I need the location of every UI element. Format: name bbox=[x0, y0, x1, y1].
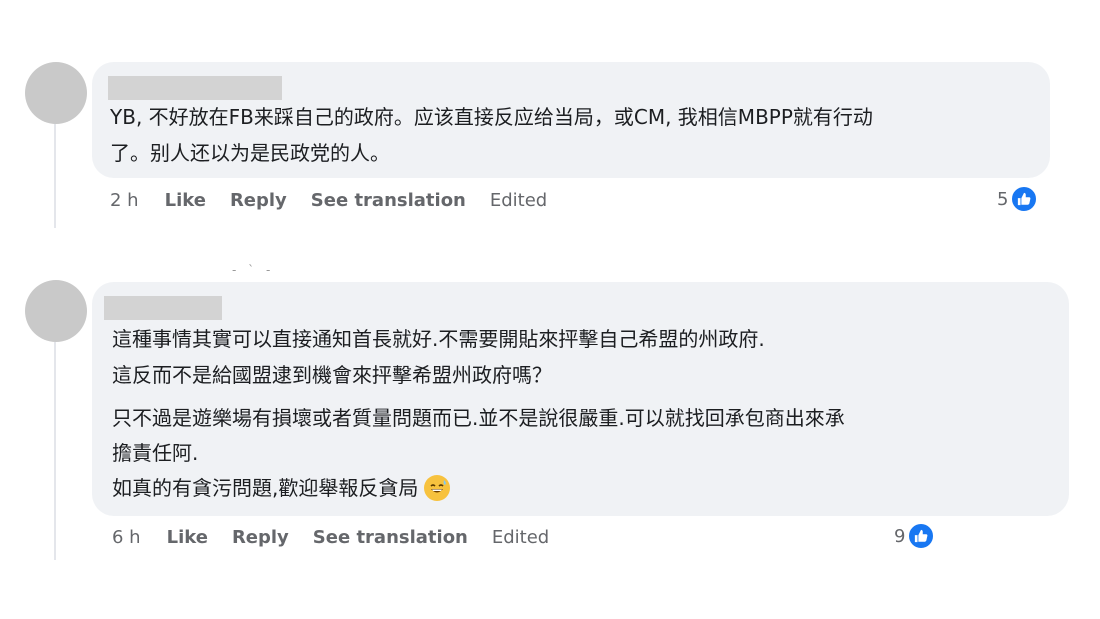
comment-actions: 6 h Like Reply See translation Edited bbox=[112, 524, 549, 550]
see-translation-button[interactable]: See translation bbox=[313, 527, 468, 548]
author-name-redacted[interactable] bbox=[104, 296, 222, 320]
thread-line bbox=[54, 122, 56, 228]
reaction-count: 5 bbox=[997, 188, 1009, 210]
comment-text-line: 了。别人还以为是民政党的人。 bbox=[110, 141, 390, 165]
comment-text-segment: 如真的有貪污問題,歡迎舉報反貪局 bbox=[112, 476, 419, 500]
thread-line bbox=[54, 342, 56, 560]
author-name-redacted[interactable] bbox=[108, 76, 282, 100]
timestamp[interactable]: 6 h bbox=[112, 527, 141, 548]
edited-label[interactable]: Edited bbox=[490, 190, 547, 211]
comment-text-line: 如真的有貪污問題,歡迎舉報反貪局 bbox=[112, 473, 451, 503]
edited-label[interactable]: Edited bbox=[492, 527, 549, 548]
like-button[interactable]: Like bbox=[165, 190, 206, 211]
comment-text-line: 擔責任阿. bbox=[112, 441, 199, 465]
reaction-summary[interactable]: 5 bbox=[997, 184, 1039, 214]
comment-bubble: YB, 不好放在FB来踩自己的政府。应该直接反应给当局，或CM, 我相信MBPP… bbox=[92, 62, 1050, 178]
reply-button[interactable]: Reply bbox=[232, 527, 289, 548]
comment-text-line: 這反而不是給國盟逮到機會來抨擊希盟州政府嗎？ bbox=[112, 363, 552, 387]
like-icon bbox=[1010, 185, 1039, 213]
comment-text-line: 這種事情其實可以直接通知首長就好.不需要開貼來抨擊自己希盟的州政府. bbox=[112, 327, 765, 351]
reply-button[interactable]: Reply bbox=[230, 190, 287, 211]
timestamp[interactable]: 2 h bbox=[110, 190, 139, 211]
divider-fragment: - ` - bbox=[232, 263, 275, 277]
comment-text-line: 只不過是遊樂場有損壞或者質量問題而已.並不是說很嚴重.可以就找回承包商出來承 bbox=[112, 406, 845, 430]
reaction-summary[interactable]: 9 bbox=[894, 521, 936, 551]
comment-bubble: 這種事情其實可以直接通知首長就好.不需要開貼來抨擊自己希盟的州政府. 這反而不是… bbox=[92, 282, 1069, 516]
comment-actions: 2 h Like Reply See translation Edited bbox=[110, 187, 547, 213]
see-translation-button[interactable]: See translation bbox=[311, 190, 466, 211]
comment-text-line: YB, 不好放在FB来踩自己的政府。应该直接反应给当局，或CM, 我相信MBPP… bbox=[110, 105, 873, 129]
avatar[interactable] bbox=[25, 280, 87, 342]
like-icon bbox=[907, 522, 936, 550]
avatar[interactable] bbox=[25, 62, 87, 124]
reaction-count: 9 bbox=[894, 525, 906, 547]
like-button[interactable]: Like bbox=[167, 527, 208, 548]
grinning-sweat-emoji-icon bbox=[424, 474, 451, 501]
